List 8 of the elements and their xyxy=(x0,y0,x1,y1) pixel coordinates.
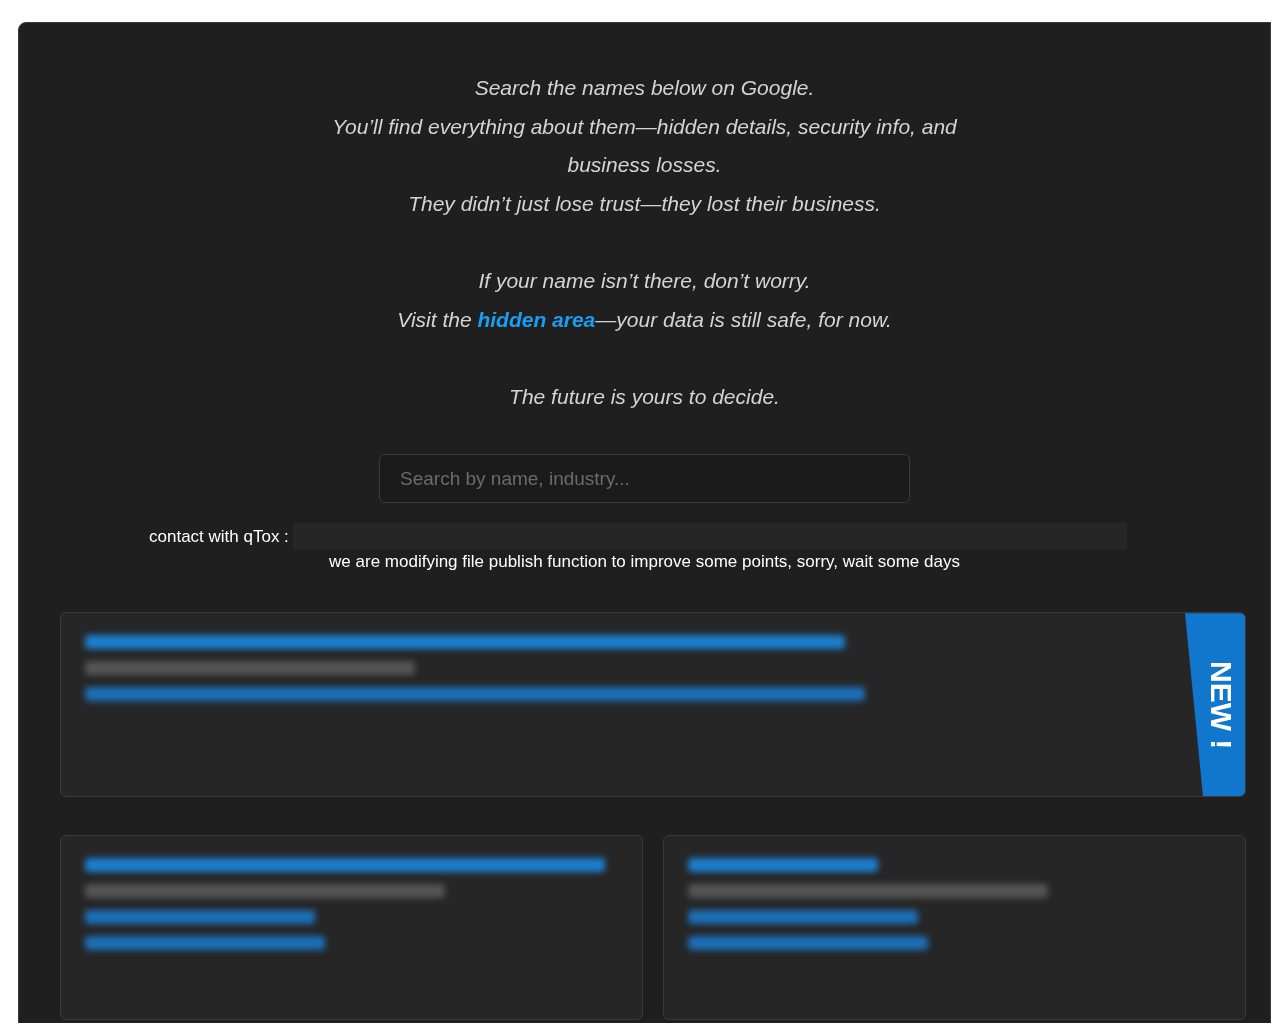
search-field[interactable]: Search by name, industry... xyxy=(379,454,910,504)
notice-text: we are modifying file publish function to improve some points, sorry, wait some days xyxy=(329,551,960,574)
ribbon-text: NEW ! xyxy=(1203,660,1239,749)
contact-label: contact with qTox : xyxy=(149,526,289,549)
hidden-area-link[interactable]: hidden area xyxy=(477,307,596,331)
intro-text: Search the names below on Google. You’ll find everything about them—hidden details, security info, and business losses. They didn’t just lose trust—they lost their business. xyxy=(332,75,957,217)
intro-text: If your name isn’t there, don’t worry. Visit the hidden area—your data is still safe, for now. xyxy=(397,267,892,333)
intro-text: The future is yours to decide. xyxy=(509,383,780,410)
